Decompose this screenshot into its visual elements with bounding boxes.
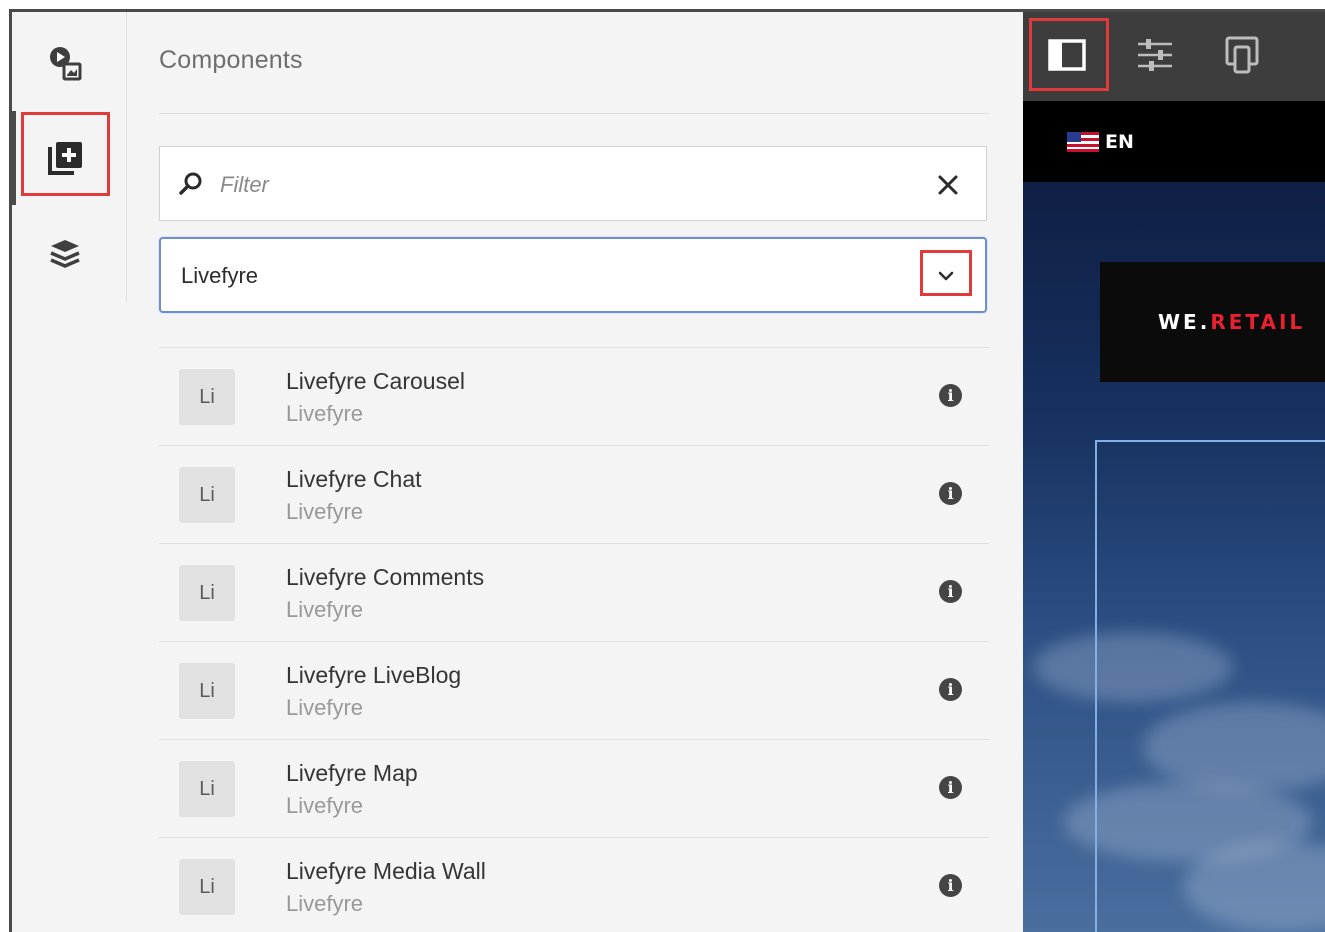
properties-button[interactable]: [1117, 20, 1193, 90]
assets-icon: [50, 47, 82, 81]
rail-components-button[interactable]: [20, 118, 110, 198]
list-item[interactable]: Li Livefyre Chat Livefyre i: [159, 445, 989, 543]
us-flag-icon: [1067, 132, 1099, 152]
list-item[interactable]: Li Livefyre Carousel Livefyre i: [159, 347, 989, 445]
clear-filter-icon[interactable]: [937, 174, 959, 196]
component-badge: Li: [179, 565, 235, 621]
rail-content-tree-button[interactable]: [20, 214, 110, 294]
component-badge: Li: [179, 369, 235, 425]
component-badge: Li: [179, 859, 235, 915]
emulator-button[interactable]: [1204, 20, 1280, 90]
component-badge: Li: [179, 761, 235, 817]
group-select-value: Livefyre: [181, 263, 259, 288]
component-title: Livefyre Map: [286, 760, 418, 786]
logo-text: WE.RETAIL: [1158, 310, 1305, 334]
component-list: Li Livefyre Carousel Livefyre i Li Livef…: [159, 347, 989, 932]
language-label: EN: [1105, 131, 1134, 153]
toggle-side-panel-button[interactable]: [1029, 20, 1105, 90]
device-emulator-icon: [1225, 36, 1259, 74]
component-group: Livefyre: [286, 695, 364, 720]
components-panel: Components Livefyre Li Livefyre Carousel: [159, 12, 989, 932]
content-tree-icon: [50, 240, 80, 268]
title-divider: [159, 113, 989, 114]
page-preview: EN WE.RETAIL: [1023, 12, 1325, 932]
component-group: Livefyre: [286, 401, 364, 426]
component-title: Livefyre Chat: [286, 466, 422, 492]
search-icon: [179, 172, 202, 195]
chevron-down-icon[interactable]: [935, 265, 957, 287]
component-title: Livefyre Carousel: [286, 368, 465, 394]
component-group: Livefyre: [286, 891, 364, 916]
rail-active-indicator: [12, 111, 16, 205]
info-icon[interactable]: i: [939, 776, 962, 799]
side-rail: [12, 12, 127, 302]
component-badge: Li: [179, 663, 235, 719]
info-icon[interactable]: i: [939, 384, 962, 407]
logo-text-part1: WE.: [1158, 310, 1211, 334]
language-selector[interactable]: EN: [1067, 131, 1134, 153]
filter-field[interactable]: [159, 146, 987, 221]
group-select[interactable]: Livefyre: [159, 237, 987, 313]
components-icon: [48, 142, 82, 175]
editor-window: Components Livefyre Li Livefyre Carousel: [9, 9, 1325, 932]
component-group: Livefyre: [286, 499, 364, 524]
component-badge: Li: [179, 467, 235, 523]
info-icon[interactable]: i: [939, 580, 962, 603]
site-logo[interactable]: WE.RETAIL: [1100, 262, 1325, 382]
side-panel-toggle-icon: [1048, 39, 1086, 71]
filter-input[interactable]: [218, 165, 912, 205]
list-item[interactable]: Li Livefyre LiveBlog Livefyre i: [159, 641, 989, 739]
panel-title: Components: [159, 46, 303, 74]
info-icon[interactable]: i: [939, 482, 962, 505]
component-group: Livefyre: [286, 793, 364, 818]
component-title: Livefyre Comments: [286, 564, 485, 590]
component-title: Livefyre LiveBlog: [286, 662, 462, 688]
properties-sliders-icon: [1138, 39, 1172, 71]
info-icon[interactable]: i: [939, 678, 962, 701]
component-title: Livefyre Media Wall: [286, 858, 486, 884]
list-item[interactable]: Li Livefyre Map Livefyre i: [159, 739, 989, 837]
component-group: Livefyre: [286, 597, 364, 622]
list-item[interactable]: Li Livefyre Media Wall Livefyre i: [159, 837, 989, 932]
selected-component-outline[interactable]: [1095, 440, 1325, 932]
info-icon[interactable]: i: [939, 874, 962, 897]
rail-assets-button[interactable]: [20, 24, 110, 104]
list-item[interactable]: Li Livefyre Comments Livefyre i: [159, 543, 989, 641]
preview-toolbar: [1023, 12, 1325, 101]
logo-text-part2: RETAIL: [1210, 310, 1306, 334]
